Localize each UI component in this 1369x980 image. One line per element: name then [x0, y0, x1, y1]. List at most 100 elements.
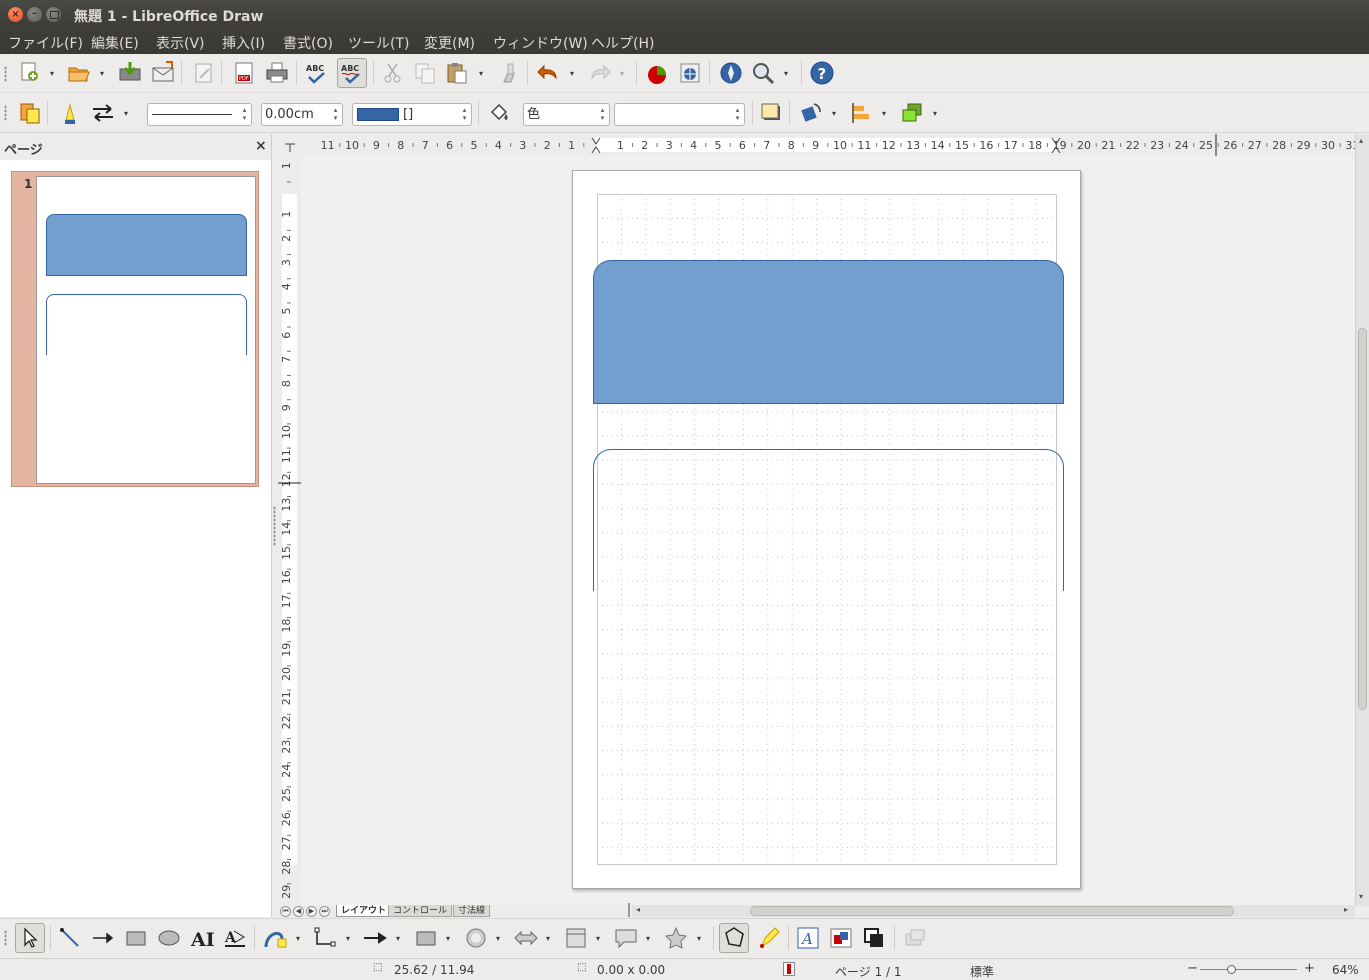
email-icon[interactable] [150, 59, 176, 85]
toolbar-grip[interactable] [4, 105, 7, 121]
text-tool-icon[interactable]: AI [189, 925, 215, 951]
tab-dimension-lines[interactable]: 寸法線 [453, 905, 491, 917]
document-modified-icon[interactable] [783, 962, 795, 976]
menu-view[interactable]: 表示(V) [156, 33, 205, 53]
connector-tool-icon[interactable] [312, 925, 338, 951]
menu-insert[interactable]: 挿入(I) [222, 33, 265, 53]
ruler-corner[interactable] [278, 134, 301, 156]
chevron-down-icon[interactable]: ▾ [446, 935, 454, 943]
line-pen-icon[interactable] [57, 100, 83, 126]
chevron-down-icon[interactable]: ▾ [479, 70, 487, 78]
chevron-down-icon[interactable]: ▾ [620, 70, 628, 78]
chevron-down-icon[interactable]: ▾ [596, 935, 604, 943]
chart-icon[interactable] [644, 60, 670, 86]
chevron-down-icon[interactable]: ▾ [784, 70, 792, 78]
cut-icon[interactable] [380, 60, 406, 86]
zoom-level[interactable]: 64% [1332, 963, 1359, 977]
paste-icon[interactable] [444, 60, 470, 86]
rectangle-tool-icon[interactable] [123, 925, 149, 951]
auto-spellcheck-icon[interactable]: ABC [337, 58, 367, 88]
align-icon[interactable] [848, 100, 874, 126]
tab-layout[interactable]: レイアウト [336, 905, 392, 917]
chevron-down-icon[interactable]: ▾ [296, 935, 304, 943]
flowchart-icon[interactable] [563, 925, 589, 951]
undo-icon[interactable] [535, 60, 561, 86]
menu-modify[interactable]: 変更(M) [424, 33, 475, 53]
navigator-icon[interactable] [718, 60, 744, 86]
spellcheck-icon[interactable]: ABC [304, 60, 330, 86]
chevron-down-icon[interactable]: ▾ [697, 935, 705, 943]
scroll-up-icon[interactable]: ▴ [1359, 136, 1363, 145]
spin-arrows-icon[interactable]: ▴ ▾ [331, 106, 340, 122]
hyperlink-globe-icon[interactable] [677, 60, 703, 86]
stars-icon[interactable] [663, 925, 689, 951]
basic-shapes-icon[interactable] [413, 925, 439, 951]
menu-edit[interactable]: 編集(E) [91, 33, 139, 53]
block-arrows-icon[interactable] [513, 925, 539, 951]
new-document-icon[interactable] [17, 60, 43, 86]
horizontal-scrollbar-thumb[interactable] [750, 906, 1234, 916]
chevron-down-icon[interactable]: ▾ [124, 110, 132, 118]
menu-tools[interactable]: ツール(T) [348, 33, 409, 53]
line-arrow-tool-icon[interactable] [90, 925, 116, 951]
line-style-select[interactable]: ▴ ▾ [147, 103, 252, 126]
points-edit-icon[interactable] [719, 923, 749, 953]
line-tool-icon[interactable] [57, 925, 83, 951]
vertical-scrollbar-thumb[interactable] [1358, 328, 1367, 710]
zoom-slider-handle[interactable] [1227, 965, 1236, 974]
select-pointer-icon[interactable] [15, 923, 45, 953]
chevron-down-icon[interactable]: ▾ [646, 935, 654, 943]
redo-icon[interactable] [587, 60, 613, 86]
outline-rounded-rectangle-shape[interactable] [593, 449, 1064, 591]
spin-arrows-icon[interactable]: ▴ ▾ [733, 106, 742, 122]
splitter-grip[interactable] [273, 506, 276, 546]
chevron-down-icon[interactable]: ▾ [882, 110, 890, 118]
area-style-select[interactable]: 色 ▴ ▾ [523, 103, 610, 126]
styles-formatting-icon[interactable] [17, 100, 43, 126]
chevron-down-icon[interactable]: ▾ [546, 935, 554, 943]
toolbar-grip[interactable] [4, 66, 7, 82]
prev-tab-icon[interactable]: ◀ [293, 906, 304, 917]
spin-arrows-icon[interactable]: ▴ ▾ [240, 106, 249, 122]
line-color-select[interactable]: [] ▴ ▾ [352, 103, 472, 126]
menu-help[interactable]: ヘルプ(H) [591, 33, 654, 53]
menu-window[interactable]: ウィンドウ(W) [493, 33, 588, 53]
tab-split-handle[interactable] [628, 903, 630, 917]
menu-file[interactable]: ファイル(F) [8, 33, 83, 53]
filled-rounded-rectangle-shape[interactable] [593, 260, 1064, 404]
page-thumbnail-selected[interactable]: 1 [11, 171, 259, 487]
chevron-down-icon[interactable]: ▾ [396, 935, 404, 943]
menu-format[interactable]: 書式(O) [283, 33, 333, 53]
zoom-in-icon[interactable]: + [1304, 961, 1315, 976]
rotate-icon[interactable] [798, 100, 824, 126]
last-tab-icon[interactable]: ⏭ [319, 906, 330, 917]
next-tab-icon[interactable]: ▶ [306, 906, 317, 917]
vertical-ruler[interactable]: 1123456789101112131415161718192021222324… [278, 156, 301, 906]
shadow-icon[interactable] [758, 100, 784, 126]
export-pdf-icon[interactable]: PDF [231, 60, 257, 86]
line-width-field[interactable]: 0.00cm ▴ ▾ [261, 103, 343, 126]
lines-arrows-tool-icon[interactable] [362, 925, 388, 951]
spin-arrows-icon[interactable]: ▴ ▾ [598, 106, 607, 122]
scroll-right-icon[interactable]: ▸ [1344, 905, 1348, 914]
glue-points-icon[interactable] [756, 925, 782, 951]
print-icon[interactable] [264, 60, 290, 86]
tab-controls[interactable]: コントロール [388, 905, 453, 917]
chevron-down-icon[interactable]: ▾ [832, 110, 840, 118]
window-minimize-button[interactable]: – [27, 7, 42, 22]
vertical-scrollbar[interactable]: ▴ ▾ [1355, 134, 1369, 906]
fontwork-icon[interactable]: A [795, 925, 821, 951]
open-folder-icon[interactable] [66, 60, 92, 86]
drawing-canvas[interactable] [301, 156, 1355, 906]
horizontal-ruler[interactable]: 11 10 9 8 7 6 5 4 3 2 1 1 2 3 4 5 6 7 8 9 10 11 12 13 14 15 16 17 18… [301, 134, 1357, 156]
window-maximize-button[interactable] [46, 7, 61, 22]
horizontal-scrollbar[interactable]: ◂ ▸ [628, 903, 1355, 917]
ellipse-tool-icon[interactable] [156, 925, 182, 951]
zoom-out-icon[interactable]: − [1187, 961, 1198, 976]
zoom-icon[interactable] [750, 60, 776, 86]
arrange-icon[interactable] [899, 100, 925, 126]
copy-icon[interactable] [412, 60, 438, 86]
insert-image-icon[interactable] [828, 925, 854, 951]
extrusion-toggle-icon[interactable] [861, 925, 887, 951]
help-icon[interactable]: ? [809, 60, 835, 86]
